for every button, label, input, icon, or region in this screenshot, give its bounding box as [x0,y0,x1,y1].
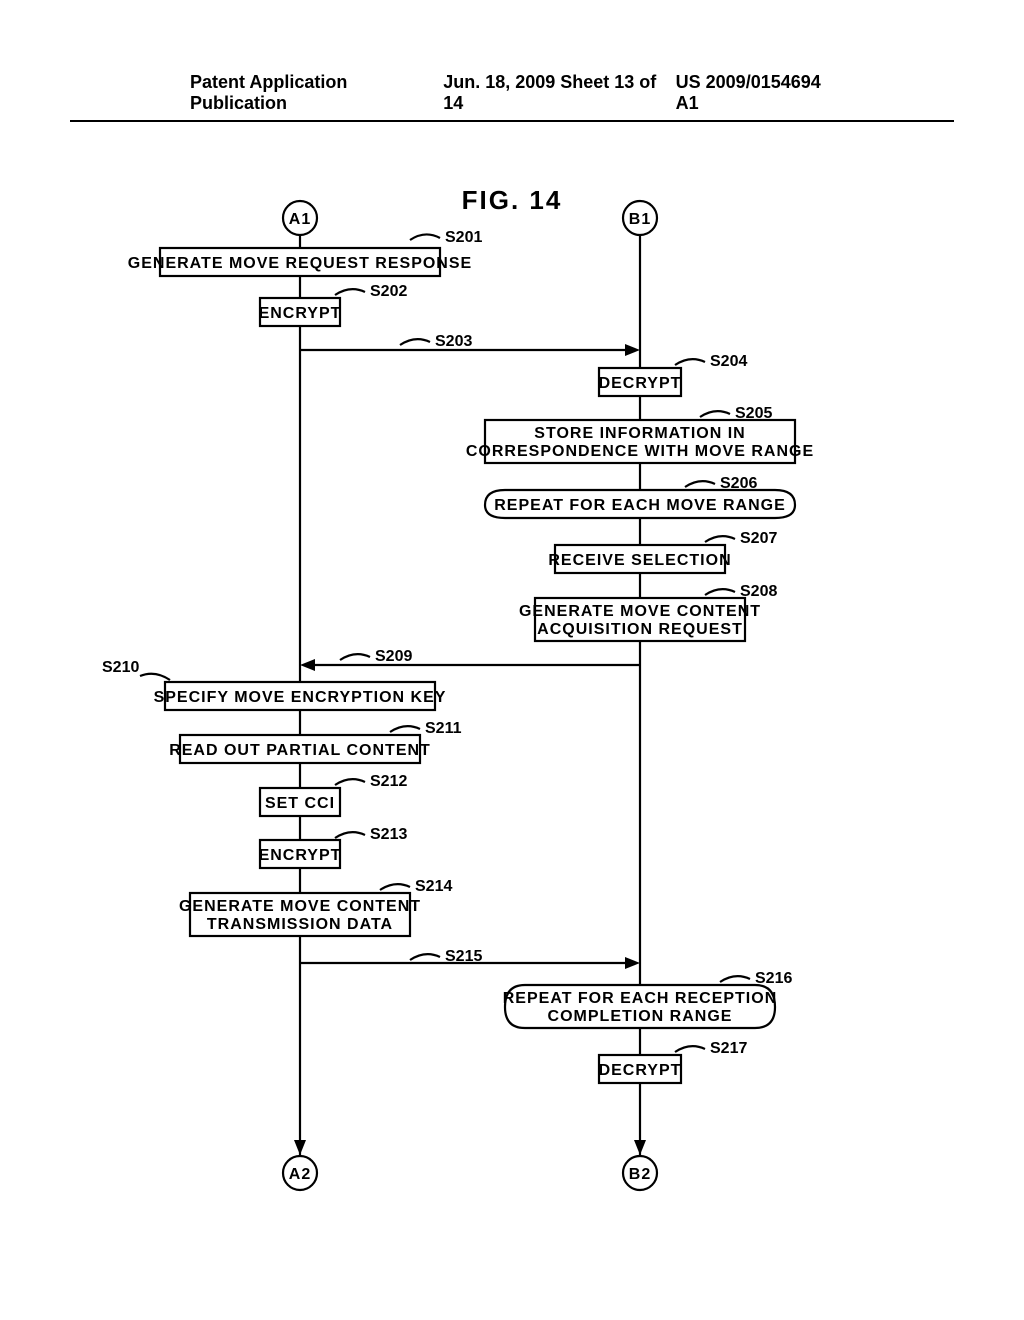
step-s216: REPEAT FOR EACH RECEPTION COMPLETION RAN… [503,985,778,1028]
step-s204-text: DECRYPT [599,375,682,392]
connector-b2-label: B2 [629,1166,651,1183]
step-s204-num: S204 [710,353,747,370]
step-s217-num: S217 [710,1040,747,1057]
step-s210-num: S210 [102,659,139,676]
step-s204-leader [675,359,705,365]
step-s206: REPEAT FOR EACH MOVE RANGE [485,490,795,518]
step-s210-leader [140,674,170,680]
step-s201-text: GENERATE MOVE REQUEST RESPONSE [128,255,472,272]
header-mid: Jun. 18, 2009 Sheet 13 of 14 [443,72,675,114]
header-right: US 2009/0154694 A1 [676,72,844,114]
flow-diagram: A1 B1 GENERATE MOVE REQUEST RESPONSE S20… [100,170,920,1230]
step-s205-line1: STORE INFORMATION IN [534,425,745,442]
step-s216-line2: COMPLETION RANGE [548,1008,733,1025]
step-s210-text: SPECIFY MOVE ENCRYPTION KEY [154,689,447,706]
lifeline-b-arrow [634,1140,646,1155]
step-s206-leader [685,481,715,487]
step-s213-num: S213 [370,826,407,843]
step-s214-leader [380,884,410,890]
step-s207-num: S207 [740,530,777,547]
step-s214-num: S214 [415,878,452,895]
msg-s209-arrow [300,659,315,671]
step-s211-leader [390,726,420,732]
msg-s215-arrow [625,957,640,969]
step-s205-leader [700,411,730,417]
step-s213-leader [335,832,365,838]
step-s215-num: S215 [445,948,482,965]
page-header: Patent Application Publication Jun. 18, … [70,72,954,122]
step-s217-text: DECRYPT [599,1062,682,1079]
step-s206-text: REPEAT FOR EACH MOVE RANGE [494,497,786,514]
step-s203-leader [400,339,430,345]
step-s203-num: S203 [435,333,472,350]
step-s207-leader [705,536,735,542]
step-s202-num: S202 [370,283,407,300]
msg-s203-arrow [625,344,640,356]
step-s208-line2: ACQUISITION REQUEST [537,621,743,638]
step-s209-leader [340,654,370,660]
step-s202-text: ENCRYPT [259,305,342,322]
step-s201-num: S201 [445,229,482,246]
header-left: Patent Application Publication [190,72,443,114]
step-s207-text: RECEIVE SELECTION [548,552,731,569]
step-s205-num: S205 [735,405,772,422]
step-s214-line1: GENERATE MOVE CONTENT [179,898,421,915]
step-s211-text: READ OUT PARTIAL CONTENT [169,742,431,759]
step-s216-line1: REPEAT FOR EACH RECEPTION [503,990,778,1007]
step-s212-leader [335,779,365,785]
step-s206-num: S206 [720,475,757,492]
step-s213-text: ENCRYPT [259,847,342,864]
step-s214-line2: TRANSMISSION DATA [207,916,393,933]
connector-b1-label: B1 [629,211,651,228]
step-s212-num: S212 [370,773,407,790]
step-s216-leader [720,976,750,982]
step-s202-leader [335,289,365,295]
connector-a2-label: A2 [289,1166,311,1183]
step-s216-num: S216 [755,970,792,987]
step-s209-num: S209 [375,648,412,665]
step-s211-num: S211 [425,720,462,737]
step-s215-leader [410,954,440,960]
step-s205-line2: CORRESPONDENCE WITH MOVE RANGE [466,443,814,460]
lifeline-a-arrow [294,1140,306,1155]
step-s212-text: SET CCI [265,795,335,812]
page: Patent Application Publication Jun. 18, … [0,0,1024,1320]
step-s208-line1: GENERATE MOVE CONTENT [519,603,761,620]
step-s201-leader [410,234,440,240]
connector-a1-label: A1 [289,211,311,228]
step-s208-leader [705,589,735,595]
step-s217-leader [675,1046,705,1052]
step-s208-num: S208 [740,583,777,600]
